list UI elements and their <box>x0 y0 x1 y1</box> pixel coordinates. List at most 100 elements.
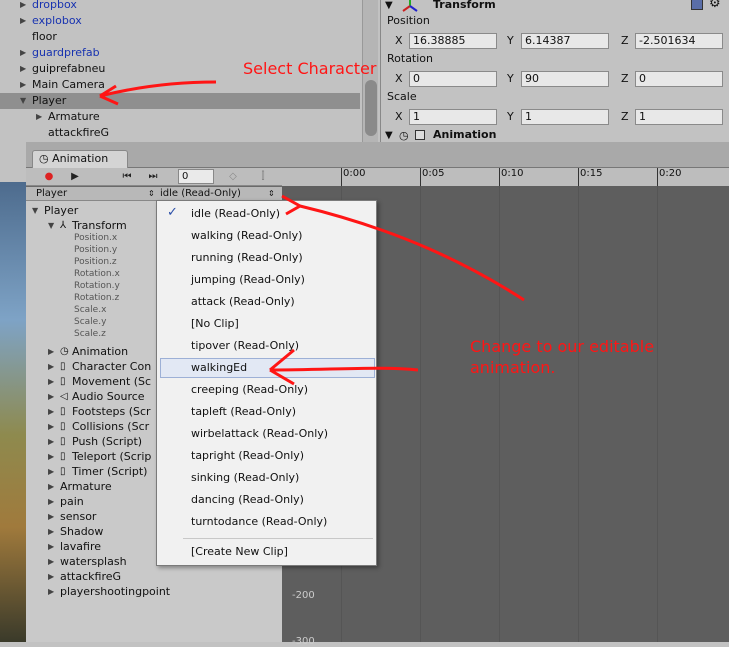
hierarchy-item-label: Armature <box>48 110 100 123</box>
clip-menu-item[interactable]: sinking (Read-Only) <box>191 469 299 487</box>
tree-property-label: Position.x <box>74 233 118 243</box>
gear-icon[interactable]: ⚙ <box>709 0 721 11</box>
add-keyframe-icon[interactable]: ◇ <box>222 169 244 184</box>
animation-tab[interactable]: ◷ Animation <box>32 150 128 168</box>
clip-menu-item[interactable]: running (Read-Only) <box>191 249 303 267</box>
collapse-arrow-icon[interactable]: ▶ <box>48 584 54 599</box>
clip-menu-item[interactable]: creeping (Read-Only) <box>191 381 308 399</box>
clip-selector[interactable]: idle (Read-Only) <box>160 187 241 200</box>
tree-item-child[interactable]: ▶ playershootingpoint <box>48 584 282 599</box>
collapse-arrow-icon[interactable]: ▶ <box>36 109 46 125</box>
collapse-arrow-icon[interactable]: ▶ <box>48 464 54 479</box>
object-selector[interactable]: Player <box>36 187 67 200</box>
add-event-icon[interactable]: ⫿ <box>252 169 274 184</box>
axis-y-label: Y <box>507 72 514 85</box>
tree-item-label: pain <box>60 495 84 508</box>
position-y-field[interactable]: 6.14387 <box>521 33 609 49</box>
collapse-arrow-icon[interactable]: ▶ <box>48 509 54 524</box>
clip-menu-item[interactable]: jumping (Read-Only) <box>191 271 305 289</box>
tree-property-item[interactable]: Scale.z <box>74 328 106 343</box>
speaker-icon: ◁ <box>60 391 68 402</box>
collapse-arrow-icon[interactable]: ▶ <box>48 344 54 359</box>
scale-z-field[interactable]: 1 <box>635 109 723 125</box>
collapse-arrow-icon[interactable]: ▶ <box>20 13 30 29</box>
position-x-field[interactable]: 16.38885 <box>409 33 497 49</box>
foldout-arrow-icon[interactable]: ▼ <box>385 130 393 141</box>
clip-dropdown-menu: ✓ idle (Read-Only) walking (Read-Only) run… <box>156 200 377 566</box>
clip-menu-item[interactable]: turntodance (Read-Only) <box>191 513 327 531</box>
next-key-icon[interactable]: ⏭ <box>142 169 164 184</box>
hierarchy-item-label: guardprefab <box>32 46 100 59</box>
expand-arrow-icon[interactable]: ▼ <box>48 218 54 233</box>
collapse-arrow-icon[interactable]: ▶ <box>48 524 54 539</box>
collapse-arrow-icon[interactable]: ▶ <box>48 359 54 374</box>
axis-y-label: Y <box>507 110 514 123</box>
scale-y-field[interactable]: 1 <box>521 109 609 125</box>
collapse-arrow-icon[interactable]: ▶ <box>48 554 54 569</box>
hierarchy-item[interactable]: ▶ Armature <box>0 109 360 125</box>
collapse-arrow-icon[interactable]: ▶ <box>48 389 54 404</box>
help-icon[interactable] <box>691 0 703 10</box>
hierarchy-item[interactable]: ▶ explobox <box>0 13 360 29</box>
clip-menu-item[interactable]: tipover (Read-Only) <box>191 337 299 355</box>
hierarchy-item[interactable]: ▶ dropbox <box>0 0 360 13</box>
clip-menu-item[interactable]: wirbelattack (Read-Only) <box>191 425 328 443</box>
collapse-arrow-icon[interactable]: ▶ <box>20 61 30 77</box>
hierarchy-item-label: guiprefabneu <box>32 62 106 75</box>
tree-item-label: Movement (Sc <box>72 375 152 388</box>
collapse-arrow-icon[interactable]: ▶ <box>20 0 30 13</box>
record-icon[interactable]: ● <box>38 169 60 184</box>
timeline-tick-label: 0:05 <box>420 168 444 186</box>
rotation-z-field[interactable]: 0 <box>635 71 723 87</box>
expand-arrow-icon[interactable]: ▼ <box>20 93 30 109</box>
clip-menu-item[interactable]: dancing (Read-Only) <box>191 491 304 509</box>
hierarchy-item[interactable]: ▶ Main Camera <box>0 77 360 93</box>
tree-item-label: lavafire <box>60 540 102 553</box>
selector-arrow-icon: ⇕ <box>268 189 275 198</box>
collapse-arrow-icon[interactable]: ▶ <box>48 449 54 464</box>
enable-checkbox[interactable] <box>415 130 425 140</box>
clip-menu-item[interactable]: [No Clip] <box>191 315 239 333</box>
inspector-panel: ▼ Transform ⚙ Position X 16.38885 Y 6.14… <box>380 0 729 142</box>
prev-key-icon[interactable]: ⏮ <box>116 169 138 184</box>
frame-input[interactable]: 0 <box>178 169 214 184</box>
timeline-ruler[interactable]: 0:00 0:05 0:10 0:15 0:20 <box>282 168 729 186</box>
hierarchy-item-label: attackfireG <box>48 126 110 139</box>
collapse-arrow-icon[interactable]: ▶ <box>48 404 54 419</box>
clip-menu-item[interactable]: walking (Read-Only) <box>191 227 302 245</box>
clip-menu-item[interactable]: idle (Read-Only) <box>191 205 280 223</box>
collapse-arrow-icon[interactable]: ▶ <box>48 494 54 509</box>
collapse-arrow-icon[interactable]: ▶ <box>48 434 54 449</box>
clip-menu-item[interactable]: walkingEd <box>191 359 247 377</box>
axis-x-label: X <box>395 72 403 85</box>
hierarchy-item[interactable]: ▼ Player <box>0 93 360 109</box>
clip-menu-item[interactable]: attack (Read-Only) <box>191 293 295 311</box>
collapse-arrow-icon[interactable]: ▶ <box>20 45 30 61</box>
rotation-y-field[interactable]: 90 <box>521 71 609 87</box>
expand-arrow-icon[interactable]: ▼ <box>32 203 38 218</box>
hierarchy-item[interactable]: attackfireG <box>0 125 360 141</box>
clip-menu-item[interactable]: tapleft (Read-Only) <box>191 403 296 421</box>
create-new-clip-item[interactable]: [Create New Clip] <box>191 543 288 561</box>
tree-item-label: sensor <box>60 510 97 523</box>
clip-menu-item[interactable]: tapright (Read-Only) <box>191 447 304 465</box>
tree-property-label: Position.y <box>74 245 118 255</box>
collapse-arrow-icon[interactable]: ▶ <box>48 374 54 389</box>
scrollbar-thumb[interactable] <box>365 80 377 136</box>
collapse-arrow-icon[interactable]: ▶ <box>48 569 54 584</box>
collapse-arrow-icon[interactable]: ▶ <box>48 419 54 434</box>
collapse-arrow-icon[interactable]: ▶ <box>48 539 54 554</box>
tree-property-label: Scale.x <box>74 305 107 315</box>
foldout-arrow-icon[interactable]: ▼ <box>385 0 393 11</box>
timeline-tick-label: 0:20 <box>657 168 681 186</box>
collapse-arrow-icon[interactable]: ▶ <box>48 479 54 494</box>
collapse-arrow-icon[interactable]: ▶ <box>20 77 30 93</box>
position-z-field[interactable]: -2.501634 <box>635 33 723 49</box>
tree-item-label: Character Con <box>72 360 152 373</box>
hierarchy-item[interactable]: floor <box>0 29 360 45</box>
checkmark-icon: ✓ <box>167 205 178 220</box>
scale-x-field[interactable]: 1 <box>409 109 497 125</box>
rotation-x-field[interactable]: 0 <box>409 71 497 87</box>
play-icon[interactable]: ▶ <box>64 169 86 184</box>
tree-item-child[interactable]: ▶ attackfireG <box>48 569 282 584</box>
